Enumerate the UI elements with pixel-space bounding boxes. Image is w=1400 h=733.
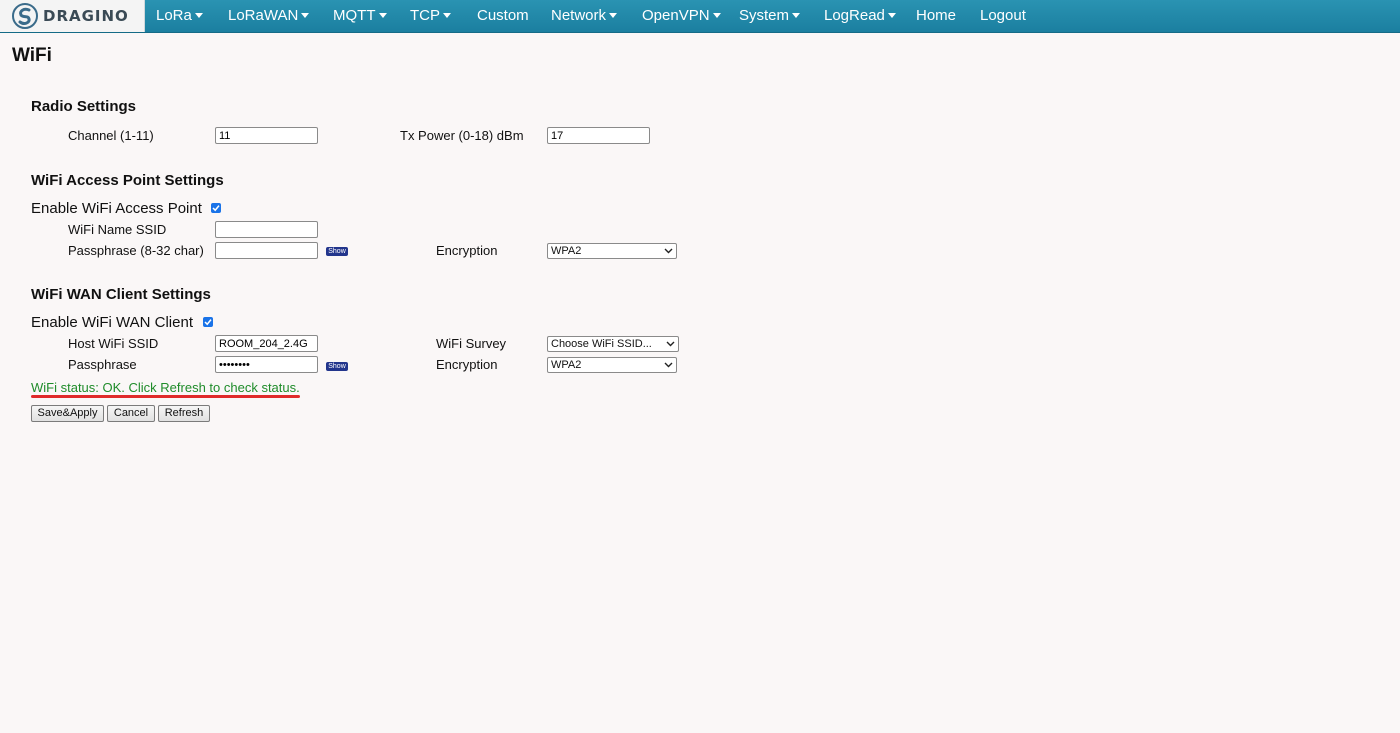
enable-ap-checkbox[interactable] bbox=[211, 203, 221, 213]
page-title: WiFi bbox=[12, 45, 52, 66]
nav-system[interactable]: System bbox=[739, 0, 801, 32]
wan-show-passphrase-button[interactable]: Show bbox=[326, 362, 348, 371]
host-ssid-input[interactable] bbox=[215, 335, 318, 352]
nav-lora[interactable]: LoRa bbox=[156, 0, 203, 32]
ap-show-passphrase-button[interactable]: Show bbox=[326, 247, 348, 256]
chevron-down-icon bbox=[378, 12, 387, 18]
nav-lora-label: LoRa bbox=[156, 7, 192, 24]
chevron-down-icon bbox=[664, 362, 673, 368]
chevron-down-icon bbox=[194, 12, 203, 18]
chevron-down-icon bbox=[301, 12, 310, 18]
dragino-logo-icon bbox=[12, 3, 38, 29]
tx-power-input[interactable] bbox=[547, 127, 650, 144]
chevron-down-icon bbox=[712, 12, 721, 18]
wan-encryption-label: Encryption bbox=[436, 357, 498, 372]
checkmark-icon bbox=[204, 319, 212, 326]
nav-openvpn[interactable]: OpenVPN bbox=[642, 0, 721, 32]
ap-encryption-select[interactable]: WPA2 bbox=[547, 243, 677, 259]
nav-logout[interactable]: Logout bbox=[980, 0, 1026, 32]
nav-logread-label: LogRead bbox=[824, 7, 885, 24]
wan-encryption-select[interactable]: WPA2 bbox=[547, 357, 677, 373]
nav-network-label: Network bbox=[551, 7, 607, 24]
wan-settings-heading: WiFi WAN Client Settings bbox=[31, 286, 211, 303]
host-ssid-label: Host WiFi SSID bbox=[68, 336, 159, 351]
wifi-survey-label: WiFi Survey bbox=[436, 336, 507, 351]
wan-encryption-value: WPA2 bbox=[551, 359, 582, 371]
ap-ssid-input[interactable] bbox=[215, 221, 318, 238]
dragino-logo[interactable]: DRAGINO bbox=[0, 0, 145, 32]
nav-logread[interactable]: LogRead bbox=[824, 0, 896, 32]
red-annotation-underline bbox=[31, 395, 300, 398]
chevron-down-icon bbox=[666, 341, 675, 347]
nav-custom-label: Custom bbox=[477, 7, 529, 24]
enable-ap-label: Enable WiFi Access Point bbox=[31, 200, 202, 217]
chevron-down-icon bbox=[609, 12, 618, 18]
wifi-survey-select[interactable]: Choose WiFi SSID... bbox=[547, 336, 679, 352]
nav-lorawan[interactable]: LoRaWAN bbox=[228, 0, 310, 32]
nav-tcp[interactable]: TCP bbox=[410, 0, 451, 32]
logo-text: DRAGINO bbox=[43, 7, 129, 25]
nav-logout-label: Logout bbox=[980, 7, 1026, 24]
channel-input[interactable] bbox=[215, 127, 318, 144]
ap-ssid-label: WiFi Name SSID bbox=[68, 222, 167, 237]
nav-home-label: Home bbox=[916, 7, 957, 24]
chevron-down-icon bbox=[664, 248, 673, 254]
top-nav-bar: DRAGINO LoRa LoRaWAN MQTT TCP Custom Net… bbox=[0, 0, 1400, 33]
chevron-down-icon bbox=[443, 12, 451, 18]
nav-home[interactable]: Home bbox=[916, 0, 956, 32]
wifi-survey-value: Choose WiFi SSID... bbox=[551, 338, 652, 350]
channel-label: Channel (1-11) bbox=[68, 128, 154, 143]
refresh-button[interactable]: Refresh bbox=[158, 405, 210, 422]
radio-settings-heading: Radio Settings bbox=[31, 98, 137, 115]
ap-passphrase-input[interactable] bbox=[215, 242, 318, 259]
save-apply-button[interactable]: Save&Apply bbox=[31, 405, 104, 422]
enable-wan-checkbox[interactable] bbox=[203, 317, 213, 327]
ap-encryption-label: Encryption bbox=[436, 243, 498, 258]
nav-openvpn-label: OpenVPN bbox=[642, 7, 710, 24]
wan-passphrase-input[interactable] bbox=[215, 356, 318, 373]
chevron-down-icon bbox=[792, 12, 801, 18]
chevron-down-icon bbox=[887, 12, 896, 18]
nav-mqtt-label: MQTT bbox=[333, 7, 376, 24]
checkmark-icon bbox=[212, 205, 220, 212]
nav-custom[interactable]: Custom bbox=[477, 0, 529, 32]
ap-encryption-value: WPA2 bbox=[551, 245, 582, 257]
ap-passphrase-label: Passphrase (8-32 char) bbox=[68, 243, 204, 258]
nav-lorawan-label: LoRaWAN bbox=[228, 7, 299, 24]
nav-tcp-label: TCP bbox=[410, 7, 440, 24]
cancel-button[interactable]: Cancel bbox=[107, 405, 155, 422]
tx-power-label: Tx Power (0-18) dBm bbox=[400, 128, 524, 143]
ap-settings-heading: WiFi Access Point Settings bbox=[31, 172, 224, 189]
wifi-status-text: WiFi status: OK. Click Refresh to check … bbox=[31, 380, 300, 395]
nav-system-label: System bbox=[739, 7, 790, 24]
nav-network[interactable]: Network bbox=[551, 0, 618, 32]
wan-passphrase-label: Passphrase bbox=[68, 357, 137, 372]
enable-wan-label: Enable WiFi WAN Client bbox=[31, 314, 193, 331]
nav-mqtt[interactable]: MQTT bbox=[333, 0, 387, 32]
